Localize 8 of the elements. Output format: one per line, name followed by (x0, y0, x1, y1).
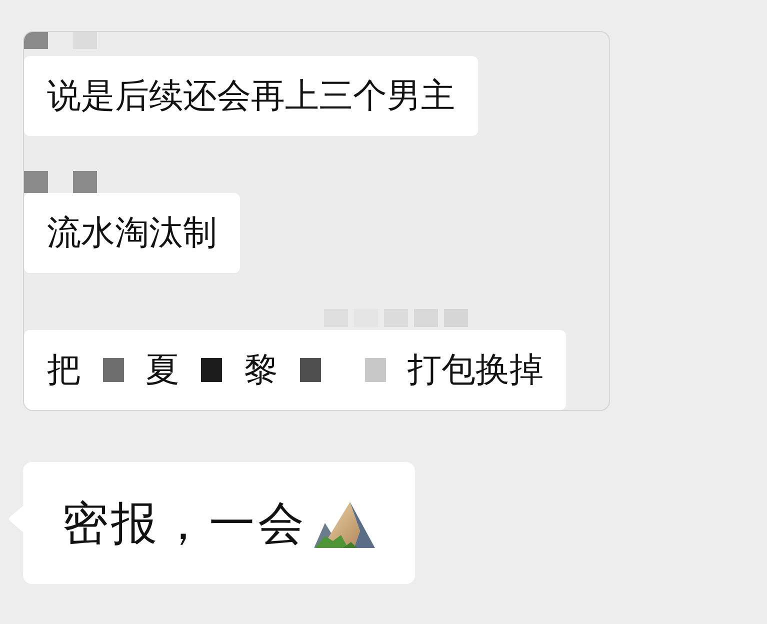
message-text: 密报，一会 (62, 500, 307, 546)
message-text: 流水淘汰制 (47, 216, 217, 250)
message-text: 说是后续还会再上三个男主 (47, 79, 455, 113)
message-text: 打包换掉 (407, 353, 544, 387)
message-text: 黎 (244, 353, 278, 387)
message-text: 把 (47, 353, 81, 387)
mountain-icon (313, 501, 375, 549)
message-text: 夏 (146, 353, 180, 387)
